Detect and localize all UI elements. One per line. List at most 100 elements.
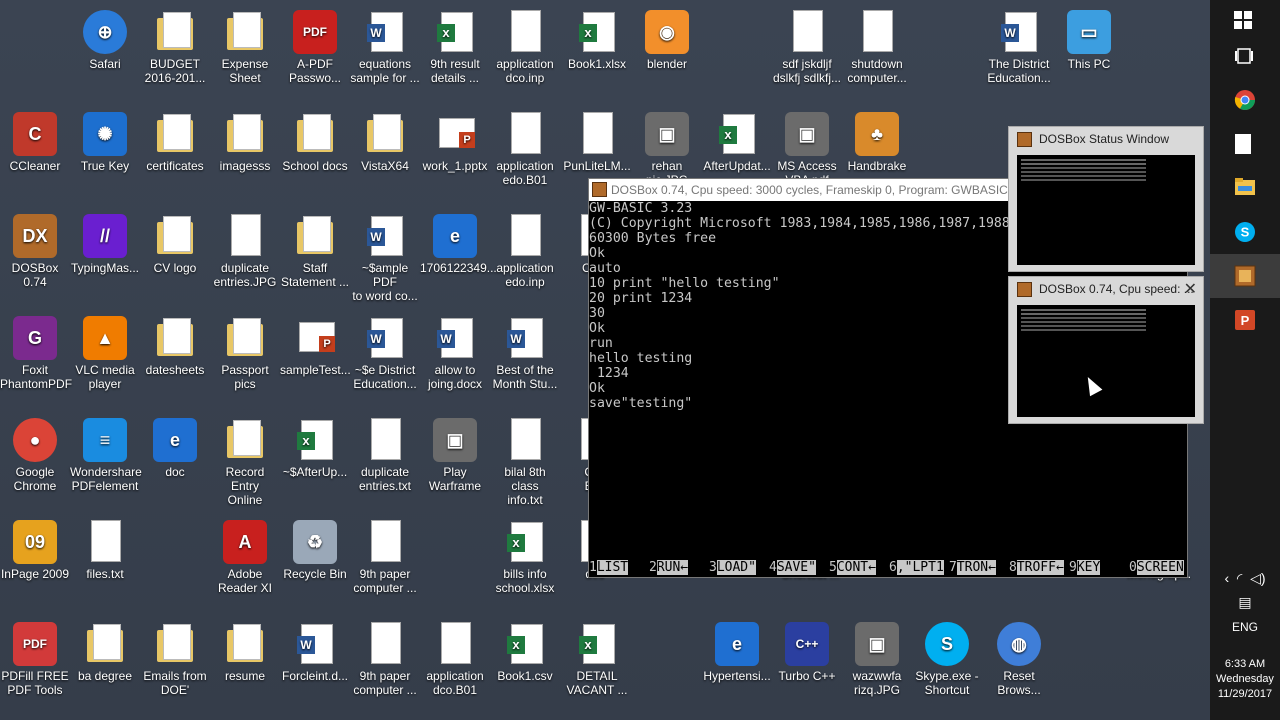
desktop-icon-label: blender (646, 57, 688, 71)
desktop-icon[interactable]: duplicate entries.txt (350, 418, 420, 493)
taskbar-chrome[interactable] (1210, 78, 1280, 122)
action-center-icon[interactable]: ▤ (1210, 594, 1280, 611)
desktop-icon[interactable]: G Foxit PhantomPDF (0, 316, 72, 391)
desktop-icon[interactable]: ba degree (70, 622, 140, 683)
desktop-icon-label: ~$AfterUp... (282, 465, 348, 479)
network-icon[interactable]: ◜ (1237, 570, 1242, 586)
handbrake-icon: ♣ (855, 112, 899, 156)
desktop-icon[interactable]: Emails from DOE' (140, 622, 210, 697)
desktop-icon[interactable]: work_1.pptx (420, 112, 490, 173)
taskbar-skype[interactable]: S (1210, 210, 1280, 254)
desktop-icon[interactable]: S Skype.exe - Shortcut (912, 622, 982, 697)
desktop-icon[interactable]: AfterUpdat... (702, 112, 772, 173)
desktop-icon[interactable]: bills info school.xlsx (490, 520, 560, 595)
desktop-icon[interactable]: application edo.inp (490, 214, 560, 289)
volume-icon[interactable]: ◁) (1250, 570, 1265, 586)
desktop-icon[interactable]: DETAIL VACANT ... (562, 622, 632, 697)
taskbar-powerpoint[interactable]: P (1210, 298, 1280, 342)
desktop-icon[interactable]: 9th paper computer ... (350, 520, 420, 595)
desktop-icon[interactable]: datesheets (140, 316, 210, 377)
desktop-icon[interactable]: C++ Turbo C++ (772, 622, 842, 683)
desktop-icon[interactable]: PDF PDFill FREE PDF Tools (0, 622, 70, 697)
desktop-icon[interactable]: duplicate entries.JPG (210, 214, 280, 289)
document-icon (503, 418, 547, 462)
taskbar-file-explorer[interactable] (1210, 166, 1280, 210)
desktop-icon[interactable]: e Hypertensi... (702, 622, 772, 683)
desktop-icon-label: equations sample for ... (350, 57, 420, 85)
language-indicator[interactable]: ENG (1210, 620, 1280, 634)
desktop-icon[interactable]: A Adobe Reader XI (210, 520, 280, 595)
desktop-icon[interactable]: files.txt (70, 520, 140, 581)
system-tray-icons[interactable]: ‹ ◜ ◁) (1210, 570, 1280, 587)
desktop-icon[interactable]: shutdown computer... (842, 10, 912, 85)
desktop-icon[interactable]: e doc (140, 418, 210, 479)
clock-date[interactable]: 11/29/2017 (1210, 688, 1280, 700)
desktop-icon[interactable]: allow to joing.docx (420, 316, 490, 391)
desktop-icon[interactable]: // TypingMas... (70, 214, 140, 275)
taskbar-dosbox[interactable] (1210, 254, 1280, 298)
desktop-icon[interactable]: 9th result details ... (420, 10, 490, 85)
desktop-icon[interactable]: DX DOSBox 0.74 (0, 214, 70, 289)
desktop-icon[interactable]: 09 InPage 2009 (0, 520, 70, 581)
desktop-icon[interactable]: BUDGET 2016-201... (140, 10, 210, 85)
desktop-icon[interactable]: Book1.xlsx (562, 10, 632, 71)
desktop-icon[interactable]: ✺ True Key (70, 112, 140, 173)
thumbnail-preview (1017, 305, 1195, 417)
desktop-icon[interactable]: ~$AfterUp... (280, 418, 350, 479)
desktop-icon[interactable]: Staff Statement ... (280, 214, 350, 289)
desktop-icon[interactable]: 9th paper computer ... (350, 622, 420, 697)
dosbox-main-thumbnail[interactable]: DOSBox 0.74, Cpu speed: ... ✕ (1008, 276, 1204, 424)
clock-day[interactable]: Wednesday (1210, 673, 1280, 685)
desktop-icon-label: Hypertensi... (703, 669, 771, 683)
desktop-icon[interactable]: CV logo (140, 214, 210, 275)
desktop-icon-label: Forcleint.d... (281, 669, 349, 683)
desktop-icon[interactable]: ~$e District Education... (350, 316, 420, 391)
clock-time[interactable]: 6:33 AM (1210, 658, 1280, 670)
desktop-icon[interactable]: C CCleaner (0, 112, 70, 173)
desktop-icon[interactable]: ~$ample PDF to word co... (350, 214, 420, 303)
desktop-icon[interactable]: ◍ Reset Brows... (984, 622, 1054, 697)
desktop-icon[interactable]: Record Entry Online (210, 418, 280, 507)
desktop-icon[interactable]: sdf jskdljf dslkfj sdlkfj... (772, 10, 842, 85)
desktop-icon[interactable]: resume (210, 622, 280, 683)
desktop-icon[interactable]: application edo.B01 (490, 112, 560, 187)
desktop-icon[interactable]: ▣ Play Warframe (420, 418, 490, 493)
desktop-icon[interactable]: ♣ Handbrake (842, 112, 912, 173)
dosbox-status-thumbnail[interactable]: DOSBox Status Window (1008, 126, 1204, 272)
desktop-icon[interactable]: application dco.inp (490, 10, 560, 85)
close-icon[interactable]: ✕ (1184, 279, 1197, 299)
desktop-icon-label: resume (224, 669, 265, 683)
desktop-icon[interactable]: PDF A-PDF Passwo... (280, 10, 350, 85)
desktop-icon[interactable]: VistaX64 (350, 112, 420, 173)
desktop-icon[interactable]: imagesss (210, 112, 280, 173)
desktop-icon[interactable]: equations sample for ... (350, 10, 420, 85)
chevron-up-icon[interactable]: ‹ (1224, 570, 1229, 586)
task-view-button[interactable] (1210, 36, 1280, 80)
desktop-icon[interactable]: ▣MS Access VBA pdf (772, 112, 842, 187)
desktop-icon[interactable]: Book1.csv (490, 622, 560, 683)
desktop-icon[interactable]: application dco.B01 (420, 622, 490, 697)
desktop-icon-label: A-PDF Passwo... (288, 57, 342, 85)
desktop-icon[interactable]: PunLiteLM... (562, 112, 632, 173)
desktop-icon[interactable]: ⊕ Safari (70, 10, 140, 71)
desktop-icon[interactable]: ● Google Chrome (0, 418, 70, 493)
desktop-icon[interactable]: ≡ Wondershare PDFelement (70, 418, 142, 493)
desktop-icon[interactable]: Best of the Month Stu... (490, 316, 560, 391)
desktop-icon[interactable]: ◉ blender (632, 10, 702, 71)
desktop-icon[interactable]: bilal 8th class info.txt (490, 418, 560, 507)
taskbar-file[interactable] (1210, 122, 1280, 166)
desktop-icon[interactable]: ♻ Recycle Bin (280, 520, 350, 581)
desktop-icon[interactable]: ▲ VLC media player (70, 316, 140, 391)
desktop-icon[interactable]: ▭ This PC (1054, 10, 1124, 71)
desktop-icon[interactable]: e 1706122349... (420, 214, 497, 275)
desktop-icon[interactable]: certificates (140, 112, 210, 173)
desktop-icon-label: Book1.csv (497, 669, 553, 683)
desktop-icon[interactable]: ▣rehan pic.JPG (632, 112, 702, 187)
desktop-icon[interactable]: School docs (280, 112, 350, 173)
desktop-icon[interactable]: ▣ wazwwfa rizq.JPG (842, 622, 912, 697)
desktop-icon[interactable]: Forcleint.d... (280, 622, 350, 683)
desktop-icon[interactable]: Expense Sheet (210, 10, 280, 85)
desktop-icon[interactable]: Passport pics (210, 316, 280, 391)
desktop-icon[interactable]: The District Education... (984, 10, 1054, 85)
desktop-icon[interactable]: sampleTest... (280, 316, 351, 377)
